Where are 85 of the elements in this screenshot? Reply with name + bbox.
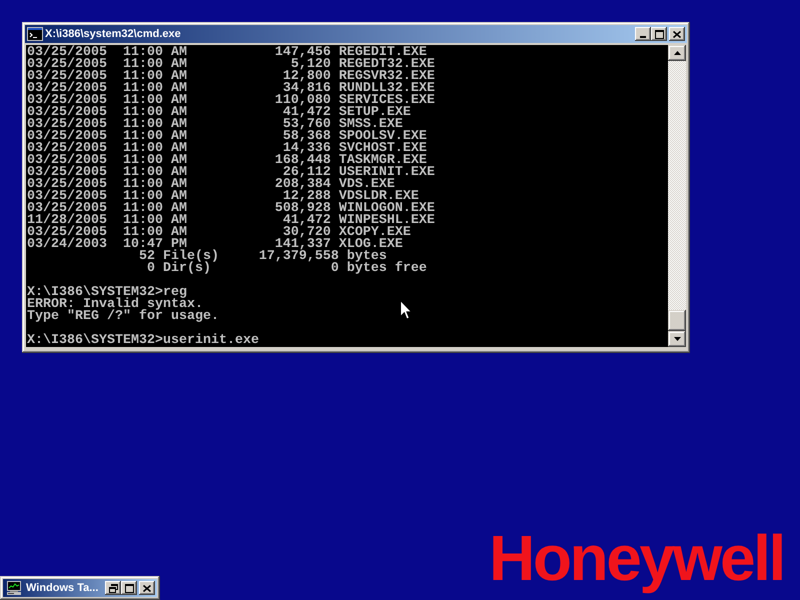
file-size: 26,112 — [282, 167, 331, 179]
restore-button[interactable] — [105, 581, 121, 595]
close-icon — [143, 584, 151, 592]
window-title: X:\i386\system32\cmd.exe — [45, 27, 181, 41]
file-size: 41,472 — [282, 215, 331, 227]
file-size: 30,720 — [282, 227, 331, 239]
restore-icon — [108, 584, 118, 592]
file-size: 110,080 — [274, 95, 331, 107]
file-name: REGSVR32.EXE — [338, 71, 435, 83]
maximize-button[interactable] — [651, 27, 667, 41]
file-time: 11:00 AM — [122, 47, 187, 59]
maximize-button[interactable] — [121, 581, 137, 595]
file-name: WINLOGON.EXE — [338, 203, 435, 215]
file-time: 11:00 AM — [122, 119, 187, 131]
scroll-down-button[interactable] — [668, 331, 686, 347]
file-name: REGEDIT.EXE — [338, 47, 427, 59]
file-time: 11:00 AM — [122, 215, 187, 227]
summary-amount: 17,379,558 — [258, 251, 339, 263]
minimize-icon — [640, 36, 646, 38]
summary-unit: bytes — [346, 251, 387, 263]
file-name: USERINIT.EXE — [338, 167, 435, 179]
file-time: 11:00 AM — [122, 143, 187, 155]
file-time: 11:00 AM — [122, 95, 187, 107]
file-time: 11:00 AM — [122, 167, 187, 179]
file-name: XCOPY.EXE — [338, 227, 411, 239]
close-button[interactable] — [139, 581, 155, 595]
summary-label: File(s) — [162, 251, 219, 263]
summary-label: Dir(s) — [162, 263, 211, 275]
file-name: RUNDLL32.EXE — [338, 83, 435, 95]
summary-amount: 0 — [330, 263, 339, 275]
console-icon — [27, 27, 43, 41]
file-size: 168,448 — [274, 155, 331, 167]
file-time: 11:00 AM — [122, 191, 187, 203]
scrollbar-thumb[interactable] — [668, 310, 686, 331]
file-time: 11:00 AM — [122, 227, 187, 239]
file-name: REGEDT32.EXE — [338, 59, 435, 71]
file-time: 11:00 AM — [122, 155, 187, 167]
file-name: WINPESHL.EXE — [338, 215, 435, 227]
summary-count: 0 — [146, 263, 155, 275]
file-size: 41,472 — [282, 107, 331, 119]
file-size: 208,384 — [274, 179, 331, 191]
command-line: X:\I386\SYSTEM32>reg — [27, 287, 187, 299]
file-time: 11:00 AM — [122, 71, 187, 83]
file-size: 508,928 — [274, 203, 331, 215]
minimized-window[interactable]: Windows Ta... — [0, 576, 160, 600]
file-time: 11:00 AM — [122, 83, 187, 95]
file-size: 12,800 — [282, 71, 331, 83]
file-name: TASKMGR.EXE — [338, 155, 427, 167]
file-name: SETUP.EXE — [338, 107, 411, 119]
file-time: 11:00 AM — [122, 59, 187, 71]
output-line: Type "REG /?" for usage. — [27, 311, 219, 323]
minimize-button[interactable] — [635, 27, 651, 41]
file-size: 147,456 — [274, 47, 331, 59]
logo-wordmark: Honeywell — [489, 522, 784, 596]
triangle-down-icon — [674, 337, 680, 341]
file-size: 14,336 — [282, 143, 331, 155]
close-button[interactable] — [669, 27, 685, 41]
monitor-icon — [6, 581, 22, 595]
file-size: 12,288 — [282, 191, 331, 203]
summary-count: 52 — [138, 251, 155, 263]
file-size: 53,760 — [282, 119, 331, 131]
file-name: VDSLDR.EXE — [338, 191, 419, 203]
file-time: 11:00 AM — [122, 179, 187, 191]
scroll-up-button[interactable] — [668, 45, 686, 61]
file-name: VDS.EXE — [338, 179, 395, 191]
summary-unit: bytes free — [346, 263, 427, 275]
maximize-icon — [654, 30, 664, 38]
file-size: 5,120 — [290, 59, 331, 71]
file-name: SERVICES.EXE — [338, 95, 435, 107]
command-line: X:\I386\SYSTEM32>userinit.exe — [27, 335, 259, 347]
file-name: SMSS.EXE — [338, 119, 403, 131]
file-time: 11:00 AM — [122, 131, 187, 143]
file-name: SVCHOST.EXE — [338, 143, 427, 155]
file-time: 11:00 AM — [122, 203, 187, 215]
file-size: 34,816 — [282, 83, 331, 95]
close-icon — [673, 30, 681, 38]
triangle-up-icon — [674, 51, 680, 55]
file-size: 141,337 — [274, 239, 331, 251]
file-date: 03/24/2003 — [27, 239, 107, 251]
file-name: SPOOLSV.EXE — [338, 131, 427, 143]
window-title: Windows Ta... — [26, 581, 98, 595]
maximize-icon — [124, 584, 134, 592]
file-size: 58,368 — [282, 131, 331, 143]
file-time: 11:00 AM — [122, 107, 187, 119]
mouse-pointer-icon — [400, 300, 412, 320]
